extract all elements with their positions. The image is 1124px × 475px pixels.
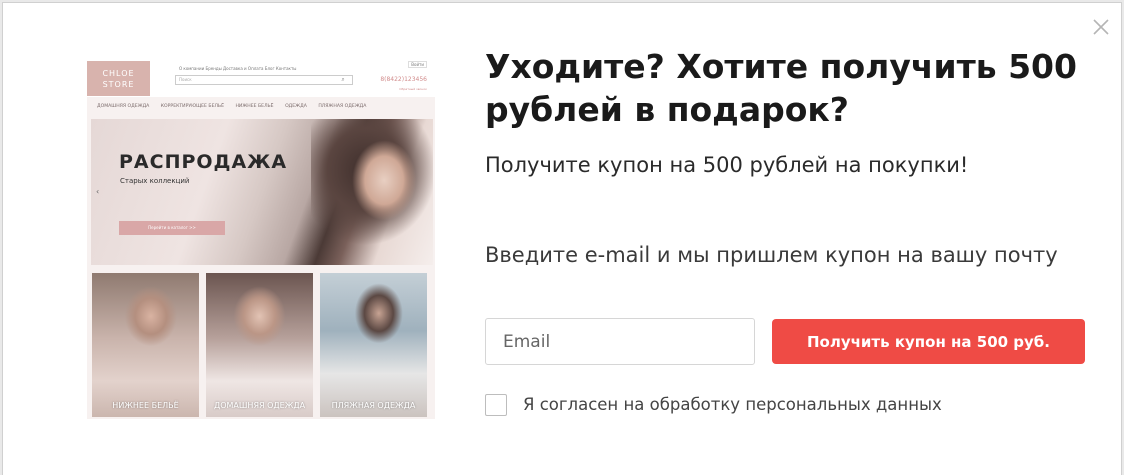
get-coupon-button[interactable]: Получить купон на 500 руб. <box>772 319 1085 364</box>
hero-subtitle: Старых коллекций <box>120 177 190 185</box>
preview-category: НИЖНЕЕ БЕЛЬЁ <box>235 104 274 109</box>
popup-subtitle: Получите купон на 500 рублей на покупки! <box>485 153 969 177</box>
thumb-caption: НИЖНЕЕ БЕЛЬЁ <box>112 401 179 410</box>
thumb-caption: ПЛЯЖНАЯ ОДЕЖДА <box>331 401 416 410</box>
preview-category: КОРРЕКТИРУЮЩЕЕ БЕЛЬЁ <box>160 104 224 109</box>
close-icon[interactable] <box>1089 15 1113 39</box>
consent-checkbox[interactable] <box>485 394 507 416</box>
consent-label[interactable]: Я согласен на обработку персональных дан… <box>523 395 942 414</box>
preview-phone: 8(8422)123456 <box>380 76 427 83</box>
preview-search-icon: ⌕ <box>341 76 345 83</box>
hero-button: Перейти в каталог >> <box>119 221 225 235</box>
exit-intent-popup: CHLOE STORE О компании Бренды Доставка и… <box>2 2 1122 475</box>
preview-category: ОДЕЖДА <box>285 104 307 109</box>
chevron-left-icon: ‹ <box>96 187 100 196</box>
hero-title: РАСПРОДАЖА <box>119 151 288 173</box>
store-preview-image: CHLOE STORE О компании Бренды Доставка и… <box>87 57 435 419</box>
hero-photo <box>311 119 433 265</box>
thumb-caption: ДОМАШНЯЯ ОДЕЖДА <box>213 401 306 410</box>
preview-account: Войти <box>408 61 427 68</box>
preview-header: CHLOE STORE О компании Бренды Доставка и… <box>87 57 435 97</box>
preview-category-nav: ДОМАШНЯЯ ОДЕЖДА КОРРЕКТИРУЮЩЕЕ БЕЛЬЁ НИЖ… <box>87 101 435 113</box>
preview-category: ПЛЯЖНАЯ ОДЕЖДА <box>318 104 367 109</box>
email-prompt: Введите e-mail и мы пришлем купон на ваш… <box>485 243 1058 267</box>
preview-search: Поиск <box>175 75 353 85</box>
preview-thumb-homewear: ДОМАШНЯЯ ОДЕЖДА <box>206 273 313 417</box>
email-input[interactable] <box>485 318 755 365</box>
preview-category: ДОМАШНЯЯ ОДЕЖДА <box>97 104 150 109</box>
preview-hero-banner: ‹ РАСПРОДАЖА Старых коллекций Перейти в … <box>91 119 433 265</box>
preview-thumb-beachwear: ПЛЯЖНАЯ ОДЕЖДА <box>320 273 427 417</box>
popup-title: Уходите? Хотите получить 500 рублей в по… <box>485 47 1077 129</box>
preview-callback: Обратный звонок <box>399 87 427 91</box>
store-logo: CHLOE STORE <box>87 61 150 96</box>
preview-thumb-lingerie: НИЖНЕЕ БЕЛЬЁ <box>92 273 199 417</box>
preview-top-nav: О компании Бренды Доставка и Оплата Блог… <box>179 66 297 71</box>
